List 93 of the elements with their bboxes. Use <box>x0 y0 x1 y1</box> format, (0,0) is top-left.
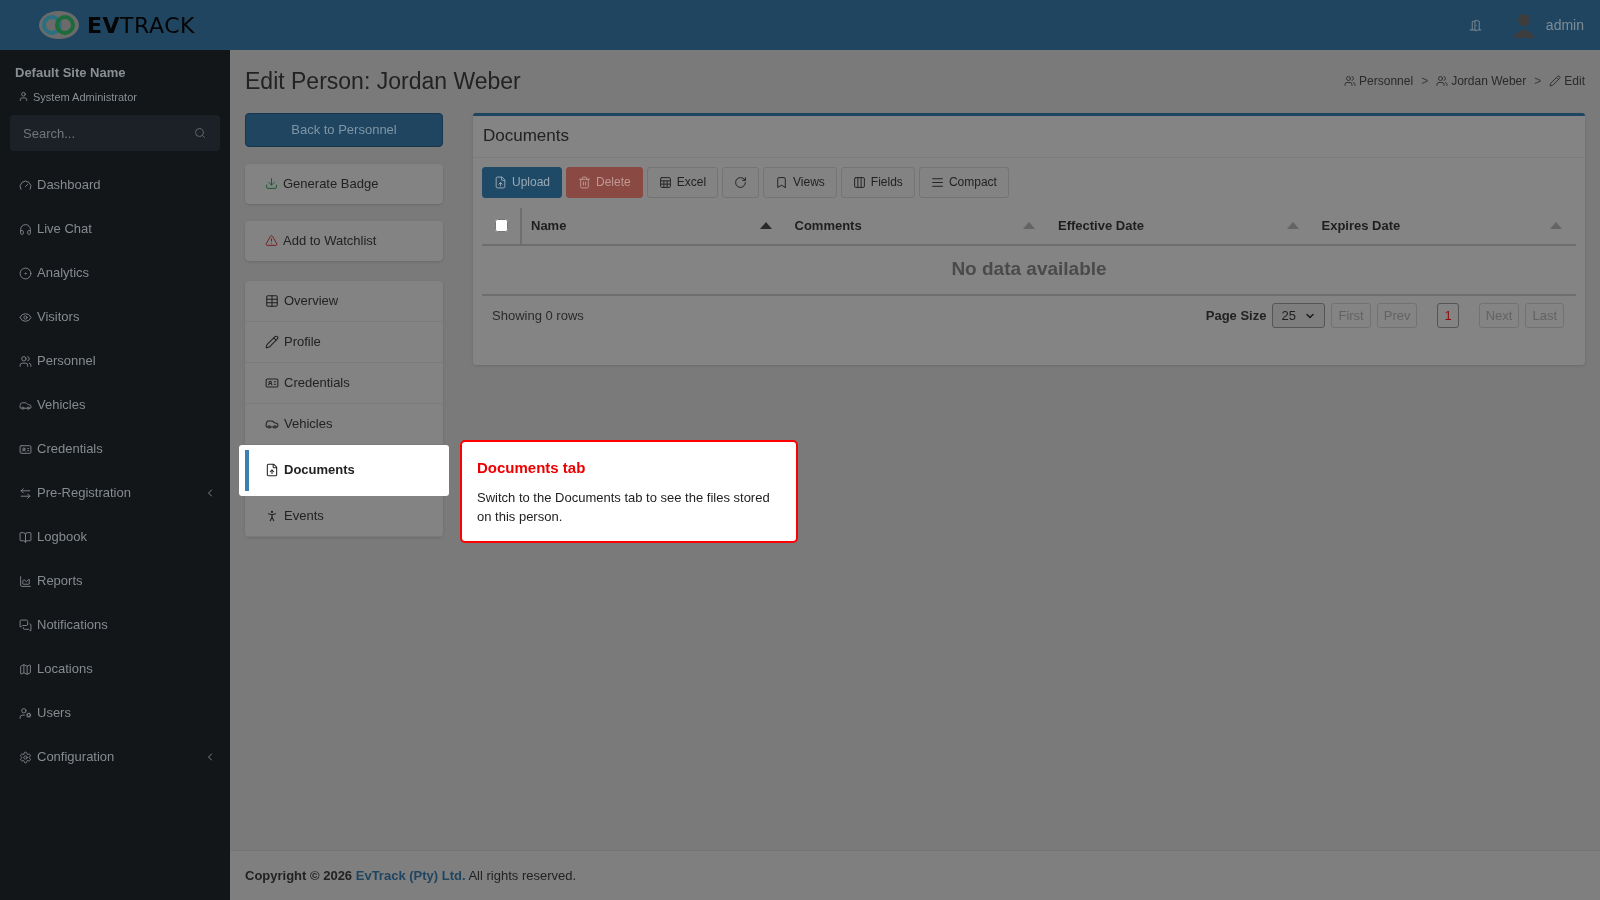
copyright-text: Copyright © 2026 EvTrack (Pty) Ltd. All rights reserved. <box>245 866 577 885</box>
page-title: Edit Person: Jordan Weber <box>245 67 521 96</box>
page-size-select[interactable]: 25 <box>1272 303 1326 328</box>
tooltip-title: Documents tab <box>477 458 587 478</box>
settings-icon <box>19 750 32 764</box>
target-icon <box>19 266 32 280</box>
people-icon <box>19 354 32 368</box>
lines-icon <box>930 175 944 189</box>
logo-text: EVTRACK <box>86 11 196 40</box>
avatar-icon <box>1511 12 1536 38</box>
tab[interactable]: Credentials <box>245 362 443 404</box>
views-button[interactable]: Views <box>763 166 837 198</box>
gauge-icon <box>19 178 32 192</box>
sidebar-item[interactable]: Dashboard <box>0 163 230 207</box>
columns-icon <box>852 175 866 189</box>
warning-icon <box>265 234 278 247</box>
tab[interactable]: Overview <box>245 280 443 322</box>
eye-icon <box>19 310 32 324</box>
pencil-icon <box>1549 75 1562 88</box>
user-gear-icon <box>19 706 32 720</box>
refresh-button[interactable] <box>722 166 760 198</box>
breadcrumb-link[interactable]: Edit <box>1564 72 1585 91</box>
chart-icon <box>19 574 32 588</box>
people-icon <box>1436 75 1449 88</box>
action-button[interactable]: Generate Badge <box>245 163 443 204</box>
people-icon <box>1344 75 1357 88</box>
column-header[interactable]: Comments <box>785 207 1049 244</box>
id-card-icon <box>265 375 279 390</box>
spreadsheet-icon <box>658 175 672 189</box>
user-icon <box>18 91 29 103</box>
sidebar-item[interactable]: Analytics <box>0 251 230 295</box>
door-icon[interactable] <box>1468 18 1482 32</box>
book-icon <box>19 530 32 544</box>
file-upload-icon <box>265 463 279 477</box>
sidebar-item[interactable]: Configuration <box>0 735 230 779</box>
sort-icon <box>1286 222 1299 229</box>
id-card-icon <box>19 442 32 456</box>
company-link[interactable]: EvTrack (Pty) Ltd. <box>355 867 466 883</box>
sidebar-item[interactable]: Locations <box>0 647 230 691</box>
column-header[interactable]: Name <box>522 207 786 244</box>
download-icon <box>265 177 278 190</box>
table-icon <box>265 293 279 308</box>
sidebar-item[interactable]: Logbook <box>0 515 230 559</box>
column-header[interactable]: Expires Date <box>1312 207 1576 244</box>
sort-icon <box>1023 222 1035 229</box>
map-icon <box>19 662 32 676</box>
excel-button[interactable]: Excel <box>646 166 719 198</box>
sidebar-item[interactable]: Visitors <box>0 295 230 339</box>
page-size-label: Page Size <box>1205 306 1267 325</box>
tooltip-text: Switch to the Documents tab to see the files stored on this person. <box>477 488 771 526</box>
row-count: Showing 0 rows <box>492 306 584 325</box>
sort-icon <box>759 222 772 229</box>
breadcrumb-link[interactable]: Personnel <box>1359 72 1414 91</box>
search-icon[interactable] <box>194 127 206 139</box>
card-title: Documents <box>473 115 1585 158</box>
back-button[interactable]: Back to Personnel <box>245 112 443 147</box>
sidebar-item[interactable]: Personnel <box>0 339 230 383</box>
pager-button[interactable]: 1 <box>1437 303 1459 328</box>
sidebar-item[interactable]: Live Chat <box>0 207 230 251</box>
column-header[interactable]: Effective Date <box>1049 207 1313 244</box>
sidebar-item[interactable]: Pre-Registration <box>0 471 230 515</box>
chat-icon <box>19 618 32 632</box>
upload-button[interactable]: Upload <box>482 166 563 198</box>
action-button[interactable]: Add to Watchlist <box>245 220 443 261</box>
empty-message: No data available <box>951 257 1107 282</box>
username[interactable]: admin <box>1545 14 1584 36</box>
compact-button[interactable]: Compact <box>918 166 1009 198</box>
sidebar-item[interactable]: Credentials <box>0 427 230 471</box>
tab[interactable]: Events <box>245 495 443 537</box>
sidebar-item[interactable]: Vehicles <box>0 383 230 427</box>
sidebar-item[interactable]: Users <box>0 691 230 735</box>
search-field[interactable]: Search... <box>10 115 220 151</box>
sort-icon <box>1550 222 1562 229</box>
delete-button[interactable]: Delete <box>566 166 643 198</box>
bookmark-icon <box>775 175 789 189</box>
select-all-checkbox[interactable] <box>494 219 508 232</box>
breadcrumb-separator: > <box>1421 73 1429 91</box>
sidebar-item[interactable]: Notifications <box>0 603 230 647</box>
pencil-icon <box>265 334 279 349</box>
site-name: Default Site Name <box>15 64 127 82</box>
file-upload-icon <box>494 175 507 189</box>
fields-button[interactable]: Fields <box>840 166 915 198</box>
tab[interactable]: Profile <box>245 321 443 363</box>
tab[interactable]: Documents <box>239 444 449 496</box>
trash-icon <box>578 175 592 189</box>
arrows-icon <box>19 486 32 500</box>
role-label: System Administrator <box>33 89 137 105</box>
headset-icon <box>19 222 32 236</box>
tab[interactable]: Vehicles <box>245 403 443 445</box>
breadcrumb-separator: > <box>1534 73 1542 91</box>
refresh-icon <box>734 175 748 189</box>
sidebar-item[interactable]: Reports <box>0 559 230 603</box>
breadcrumb-link[interactable]: Jordan Weber <box>1451 72 1527 91</box>
